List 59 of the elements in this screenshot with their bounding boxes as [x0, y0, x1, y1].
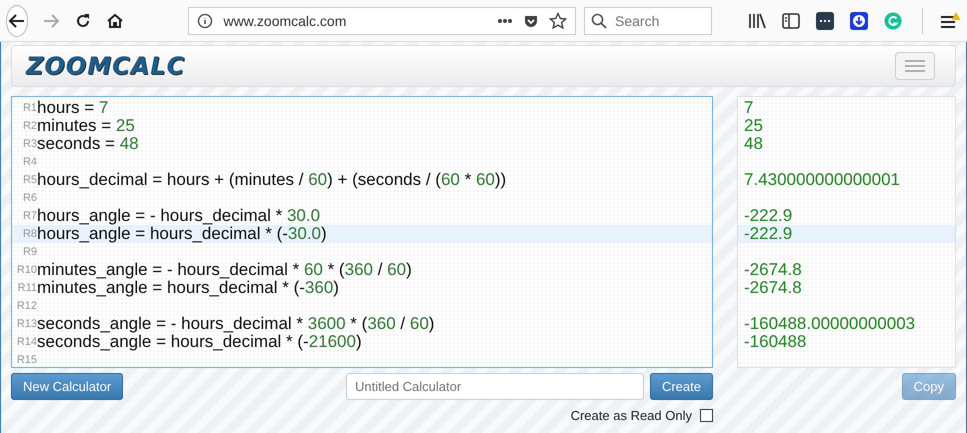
menu-icon[interactable]: [939, 10, 961, 30]
result-value: 25: [744, 116, 763, 136]
line-number: R9: [22, 246, 37, 258]
line-number: R6: [22, 192, 37, 204]
result-value: -160488.00000000003: [744, 314, 916, 334]
back-button[interactable]: [6, 4, 28, 36]
result-value: 7.430000000000001: [744, 170, 900, 190]
line-number: R8: [22, 228, 37, 240]
new-calculator-button[interactable]: New Calculator: [11, 373, 124, 400]
line-number: R13: [16, 318, 37, 330]
code-line: hours_decimal = hours + (minutes / 60) + (seconds / (60 * 60)): [37, 170, 506, 190]
more-icon[interactable]: [497, 18, 513, 24]
code-line: seconds = 48: [37, 134, 139, 154]
read-only-label: Create as Read Only: [570, 408, 692, 423]
code-line: hours_angle = hours_decimal * (-30.0): [37, 224, 327, 244]
line-number: R2: [22, 120, 37, 132]
sidebar-icon[interactable]: [782, 12, 800, 28]
search-icon: [591, 12, 607, 28]
read-only-checkbox[interactable]: [700, 409, 713, 422]
menu-icon: [904, 59, 926, 73]
result-value: 7: [744, 98, 754, 118]
code-line: minutes_angle = - hours_decimal * 60 * (360 / 60): [37, 260, 412, 280]
line-number: R12: [16, 300, 37, 312]
download-icon[interactable]: [850, 12, 868, 30]
line-number: R7: [22, 210, 37, 222]
result-value: -222.9: [744, 224, 792, 244]
line-number: R5: [22, 174, 37, 186]
menu-button[interactable]: [895, 52, 935, 80]
code-line: minutes_angle = hours_decimal * (-360): [37, 278, 339, 298]
info-icon: [197, 12, 214, 28]
code-line: seconds_angle = hours_decimal * (-21600): [37, 332, 362, 352]
library-icon[interactable]: [748, 12, 766, 28]
home-icon[interactable]: [106, 12, 124, 30]
create-button[interactable]: Create: [650, 373, 713, 400]
result-value: 48: [744, 134, 763, 154]
result-value: -2674.8: [744, 260, 802, 280]
extension-icon[interactable]: [816, 12, 834, 30]
code-line: seconds_angle = - hours_decimal * 3600 * (360 / 60): [37, 314, 434, 334]
code-line: minutes = 25: [37, 116, 135, 136]
line-number: R15: [16, 354, 37, 366]
calculator-name-field[interactable]: Untitled Calculator: [346, 373, 644, 400]
line-number: R4: [22, 156, 37, 168]
result-value: -2674.8: [744, 278, 802, 298]
address-bar[interactable]: www.zoomcalc.com: [188, 6, 576, 34]
code-editor[interactable]: [11, 96, 713, 368]
code-line: hours = 7: [37, 98, 108, 118]
logo[interactable]: ZOOMCALC: [26, 52, 186, 80]
back-icon: [8, 12, 26, 30]
url-text: www.zoomcalc.com: [223, 12, 348, 28]
line-number: R10: [16, 264, 37, 276]
result-value: -160488: [744, 332, 806, 352]
line-number: R14: [16, 336, 37, 348]
line-number: R1: [22, 102, 37, 114]
star-icon[interactable]: [549, 12, 567, 30]
search-field[interactable]: Search: [584, 6, 712, 34]
code-line: hours_angle = - hours_decimal * 30.0: [37, 206, 320, 226]
line-number: R3: [22, 138, 37, 150]
result-value: -222.9: [744, 206, 792, 226]
line-number: R11: [16, 282, 37, 294]
